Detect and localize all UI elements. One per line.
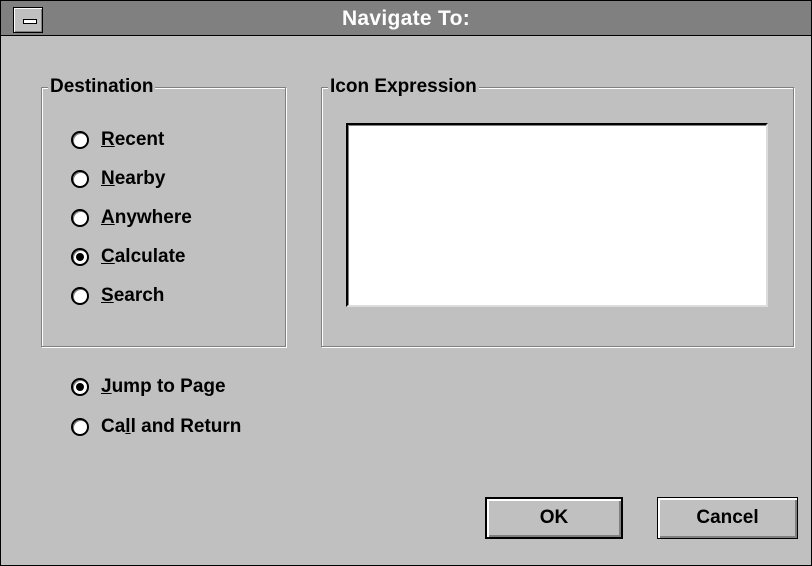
radio-recent[interactable]: Recent bbox=[71, 129, 164, 151]
destination-legend: Destination bbox=[48, 76, 156, 98]
radio-label: Search bbox=[101, 285, 165, 306]
radio-anywhere[interactable]: Anywhere bbox=[71, 207, 192, 229]
radio-circle bbox=[71, 287, 89, 305]
radio-nearby[interactable]: Nearby bbox=[71, 168, 165, 190]
radio-label: Recent bbox=[101, 129, 165, 150]
radio-circle bbox=[71, 418, 89, 436]
radio-circle bbox=[71, 248, 89, 266]
icon-expression-legend: Icon Expression bbox=[328, 76, 479, 98]
radio-calculate[interactable]: Calculate bbox=[71, 246, 186, 268]
title-bar: Navigate To: bbox=[1, 1, 811, 36]
radio-call-and-return[interactable]: Call and Return bbox=[71, 416, 241, 438]
radio-circle bbox=[71, 170, 89, 188]
radio-label: Jump to Page bbox=[101, 376, 226, 397]
window-title: Navigate To: bbox=[341, 7, 471, 30]
radio-label: Anywhere bbox=[101, 207, 192, 228]
radio-circle bbox=[71, 209, 89, 227]
ok-button[interactable]: OK bbox=[485, 497, 623, 539]
radio-selected-dot bbox=[76, 253, 84, 261]
radio-circle bbox=[71, 131, 89, 149]
radio-label: Nearby bbox=[101, 168, 166, 189]
radio-label: Call and Return bbox=[101, 416, 242, 437]
radio-search[interactable]: Search bbox=[71, 285, 164, 307]
radio-label: Calculate bbox=[101, 246, 186, 267]
radio-circle bbox=[71, 378, 89, 396]
cancel-button[interactable]: Cancel bbox=[657, 497, 798, 539]
radio-selected-dot bbox=[76, 383, 84, 391]
radio-jump-to-page[interactable]: Jump to Page bbox=[71, 376, 226, 398]
icon-expression-field[interactable] bbox=[346, 123, 768, 307]
navigate-to-dialog: Navigate To: Destination Recent Nearby A… bbox=[0, 0, 812, 566]
